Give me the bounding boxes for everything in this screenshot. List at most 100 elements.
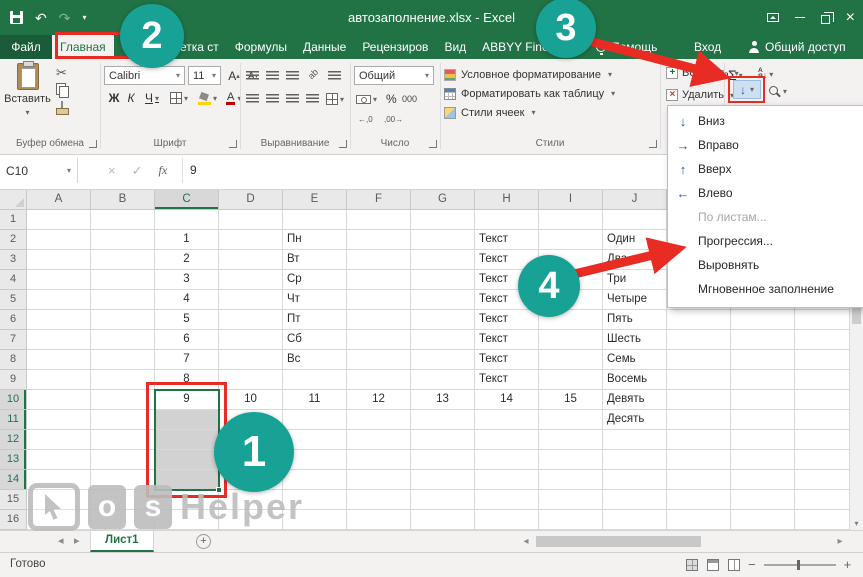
cell-K13[interactable] <box>667 450 731 470</box>
cell-J5[interactable]: Четыре <box>603 290 667 310</box>
cell-L8[interactable] <box>731 350 795 370</box>
row-header-1[interactable]: 1 <box>0 210 27 230</box>
align-bottom-icon[interactable] <box>286 67 299 85</box>
cell-G5[interactable] <box>411 290 475 310</box>
cell-L15[interactable] <box>731 490 795 510</box>
decrease-indent-icon[interactable] <box>306 90 319 108</box>
cell-H6[interactable]: Текст <box>475 310 539 330</box>
hscroll-right-icon[interactable]: ▸ <box>834 535 846 548</box>
cell-J2[interactable]: Один <box>603 230 667 250</box>
align-top-icon[interactable] <box>246 67 259 85</box>
cell-D1[interactable] <box>219 210 283 230</box>
cell-A2[interactable] <box>27 230 91 250</box>
cell-A3[interactable] <box>27 250 91 270</box>
hscroll-left-icon[interactable]: ◂ <box>520 535 532 548</box>
cell-F10[interactable]: 12 <box>347 390 411 410</box>
align-right-icon[interactable] <box>286 90 299 108</box>
col-header-G[interactable]: G <box>411 190 475 210</box>
cell-K11[interactable] <box>667 410 731 430</box>
row-header-5[interactable]: 5 <box>0 290 27 310</box>
cell-H9[interactable]: Текст <box>475 370 539 390</box>
cell-B8[interactable] <box>91 350 155 370</box>
cell-B7[interactable] <box>91 330 155 350</box>
add-sheet-icon[interactable]: + <box>196 534 211 549</box>
cell-H14[interactable] <box>475 470 539 490</box>
cell-D3[interactable] <box>219 250 283 270</box>
menu-item-6[interactable]: Прогрессия... <box>668 229 863 253</box>
italic-button[interactable]: К <box>123 89 139 107</box>
increase-decimal-icon[interactable]: ←,0 <box>358 110 373 128</box>
restore-icon[interactable] <box>821 15 830 24</box>
cell-F7[interactable] <box>347 330 411 350</box>
row-header-13[interactable]: 13 <box>0 450 27 470</box>
cell-C2[interactable]: 1 <box>155 230 219 250</box>
copy-icon[interactable] <box>56 83 68 97</box>
row-header-9[interactable]: 9 <box>0 370 27 390</box>
cell-D9[interactable] <box>219 370 283 390</box>
menu-item-2[interactable]: →Вправо <box>668 133 863 157</box>
col-header-D[interactable]: D <box>219 190 283 210</box>
row-header-2[interactable]: 2 <box>0 230 27 250</box>
cell-G1[interactable] <box>411 210 475 230</box>
zoom-slider-thumb[interactable] <box>797 560 800 570</box>
cell-J8[interactable]: Семь <box>603 350 667 370</box>
cell-F16[interactable] <box>347 510 411 530</box>
menu-item-3[interactable]: ↑Вверх <box>668 157 863 181</box>
tab-5[interactable]: Вид <box>436 35 474 59</box>
cell-D5[interactable] <box>219 290 283 310</box>
cell-E5[interactable]: Чт <box>283 290 347 310</box>
formula-input[interactable]: 9 <box>190 158 197 183</box>
cell-E7[interactable]: Сб <box>283 330 347 350</box>
cell-K6[interactable] <box>667 310 731 330</box>
cell-F4[interactable] <box>347 270 411 290</box>
cell-H7[interactable]: Текст <box>475 330 539 350</box>
row-header-8[interactable]: 8 <box>0 350 27 370</box>
cell-A8[interactable] <box>27 350 91 370</box>
cell-E1[interactable] <box>283 210 347 230</box>
tab-2[interactable]: Формулы <box>227 35 295 59</box>
tab-3[interactable]: Данные <box>295 35 354 59</box>
cell-D10[interactable]: 10 <box>219 390 283 410</box>
cell-G16[interactable] <box>411 510 475 530</box>
cell-F12[interactable] <box>347 430 411 450</box>
tab-4[interactable]: Рецензиров <box>354 35 436 59</box>
cell-K8[interactable] <box>667 350 731 370</box>
cell-J7[interactable]: Шесть <box>603 330 667 350</box>
cell-L10[interactable] <box>731 390 795 410</box>
comma-style-button[interactable]: 000 <box>402 90 417 108</box>
row-header-16[interactable]: 16 <box>0 510 27 530</box>
row-header-15[interactable]: 15 <box>0 490 27 510</box>
tell-me-help[interactable]: Помощь <box>596 35 657 59</box>
menu-item-1[interactable]: ↓Вниз <box>668 109 863 133</box>
hscroll-thumb[interactable] <box>536 536 701 547</box>
cell-H2[interactable]: Текст <box>475 230 539 250</box>
cell-I14[interactable] <box>539 470 603 490</box>
cell-K12[interactable] <box>667 430 731 450</box>
cell-C3[interactable]: 2 <box>155 250 219 270</box>
number-format-combo[interactable]: Общий▾ <box>354 66 434 85</box>
horizontal-scrollbar[interactable]: ◂ ▸ <box>520 535 846 548</box>
cell-E3[interactable]: Вт <box>283 250 347 270</box>
share-button[interactable]: Общий доступ <box>748 35 846 59</box>
sign-in-button[interactable]: Вход <box>694 35 721 59</box>
zoom-in-icon[interactable]: + <box>844 557 852 572</box>
cell-L11[interactable] <box>731 410 795 430</box>
cell-J11[interactable]: Десять <box>603 410 667 430</box>
cell-E10[interactable]: 11 <box>283 390 347 410</box>
cell-A11[interactable] <box>27 410 91 430</box>
cell-G6[interactable] <box>411 310 475 330</box>
cell-D6[interactable] <box>219 310 283 330</box>
row-header-7[interactable]: 7 <box>0 330 27 350</box>
cell-L13[interactable] <box>731 450 795 470</box>
menu-item-7[interactable]: Выровнять <box>668 253 863 277</box>
cell-J14[interactable] <box>603 470 667 490</box>
cell-H1[interactable] <box>475 210 539 230</box>
cell-A10[interactable] <box>27 390 91 410</box>
cell-A7[interactable] <box>27 330 91 350</box>
col-header-E[interactable]: E <box>283 190 347 210</box>
cell-I2[interactable] <box>539 230 603 250</box>
cell-G3[interactable] <box>411 250 475 270</box>
cell-G4[interactable] <box>411 270 475 290</box>
cell-E2[interactable]: Пн <box>283 230 347 250</box>
wrap-text-icon[interactable] <box>328 67 341 85</box>
